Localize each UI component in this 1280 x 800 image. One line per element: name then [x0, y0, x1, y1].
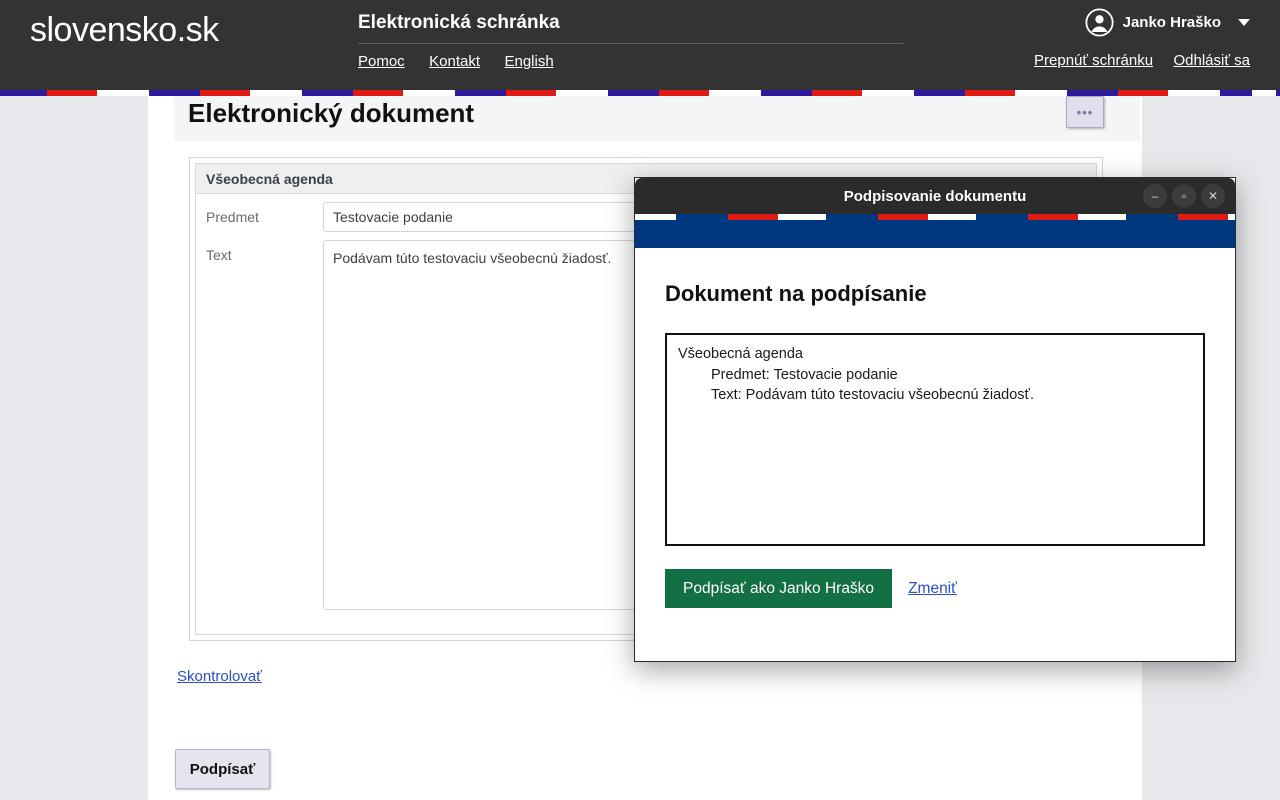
header-center: Elektronická schránka Pomoc Kontakt Engl…	[358, 12, 903, 71]
header-nav: Pomoc Kontakt English	[358, 53, 903, 71]
minimize-icon[interactable]: –	[1143, 184, 1167, 208]
user-menu[interactable]: Janko Hraško	[1018, 8, 1250, 37]
maximize-icon[interactable]: ▫	[1172, 184, 1196, 208]
chevron-down-icon[interactable]	[1238, 19, 1250, 26]
dialog-blue-band	[635, 220, 1235, 248]
document-line-predmet: Predmet: Testovacie podanie	[678, 365, 1192, 386]
user-name: Janko Hraško	[1123, 14, 1221, 31]
user-circle-icon	[1085, 8, 1114, 37]
nav-link-english[interactable]: English	[504, 53, 553, 70]
dialog-titlebar[interactable]: Podpisovanie dokumentu – ▫ ✕	[635, 178, 1235, 214]
site-logo[interactable]: slovensko.sk	[30, 11, 219, 50]
change-signer-link[interactable]: Zmeniť	[908, 580, 957, 598]
dialog-body: Dokument na podpísanie Všeobecná agenda …	[635, 281, 1235, 662]
site-header: slovensko.sk Elektronická schránka Pomoc…	[0, 0, 1280, 90]
document-line-agenda: Všeobecná agenda	[678, 344, 1192, 365]
signing-dialog: Podpisovanie dokumentu – ▫ ✕ Dokument na…	[634, 177, 1236, 662]
page-gutter-left	[0, 96, 148, 800]
window-controls: – ▫ ✕	[1143, 184, 1225, 208]
sign-button[interactable]: Podpísať	[175, 749, 270, 789]
document-preview-box: Všeobecná agenda Predmet: Testovacie pod…	[665, 333, 1205, 546]
logout-link[interactable]: Odhlásiť sa	[1174, 52, 1251, 69]
label-text: Text	[206, 240, 323, 610]
switch-inbox-link[interactable]: Prepnúť schránku	[1034, 52, 1153, 69]
inbox-title: Elektronická schránka	[358, 12, 903, 44]
sign-as-user-button[interactable]: Podpísať ako Janko Hraško	[665, 569, 892, 608]
dialog-heading: Dokument na podpísanie	[665, 281, 1205, 307]
nav-link-kontakt[interactable]: Kontakt	[429, 53, 480, 70]
document-line-text: Text: Podávam túto testovaciu všeobecnú …	[678, 385, 1192, 406]
label-predmet: Predmet	[206, 202, 323, 232]
more-options-button[interactable]: •••	[1066, 96, 1104, 128]
nav-link-pomoc[interactable]: Pomoc	[358, 53, 405, 70]
screen-root: slovensko.sk Elektronická schránka Pomoc…	[0, 0, 1280, 800]
dialog-title: Podpisovanie dokumentu	[844, 188, 1027, 205]
account-links: Prepnúť schránku Odhlásiť sa	[1018, 52, 1250, 70]
page-title: Elektronický dokument	[188, 98, 474, 129]
header-account: Janko Hraško Prepnúť schránku Odhlásiť s…	[1018, 8, 1250, 70]
check-document-link[interactable]: Skontrolovať	[177, 668, 262, 685]
dialog-actions: Podpísať ako Janko Hraško Zmeniť	[665, 569, 1205, 608]
close-icon[interactable]: ✕	[1201, 184, 1225, 208]
ellipsis-icon: •••	[1077, 106, 1094, 119]
